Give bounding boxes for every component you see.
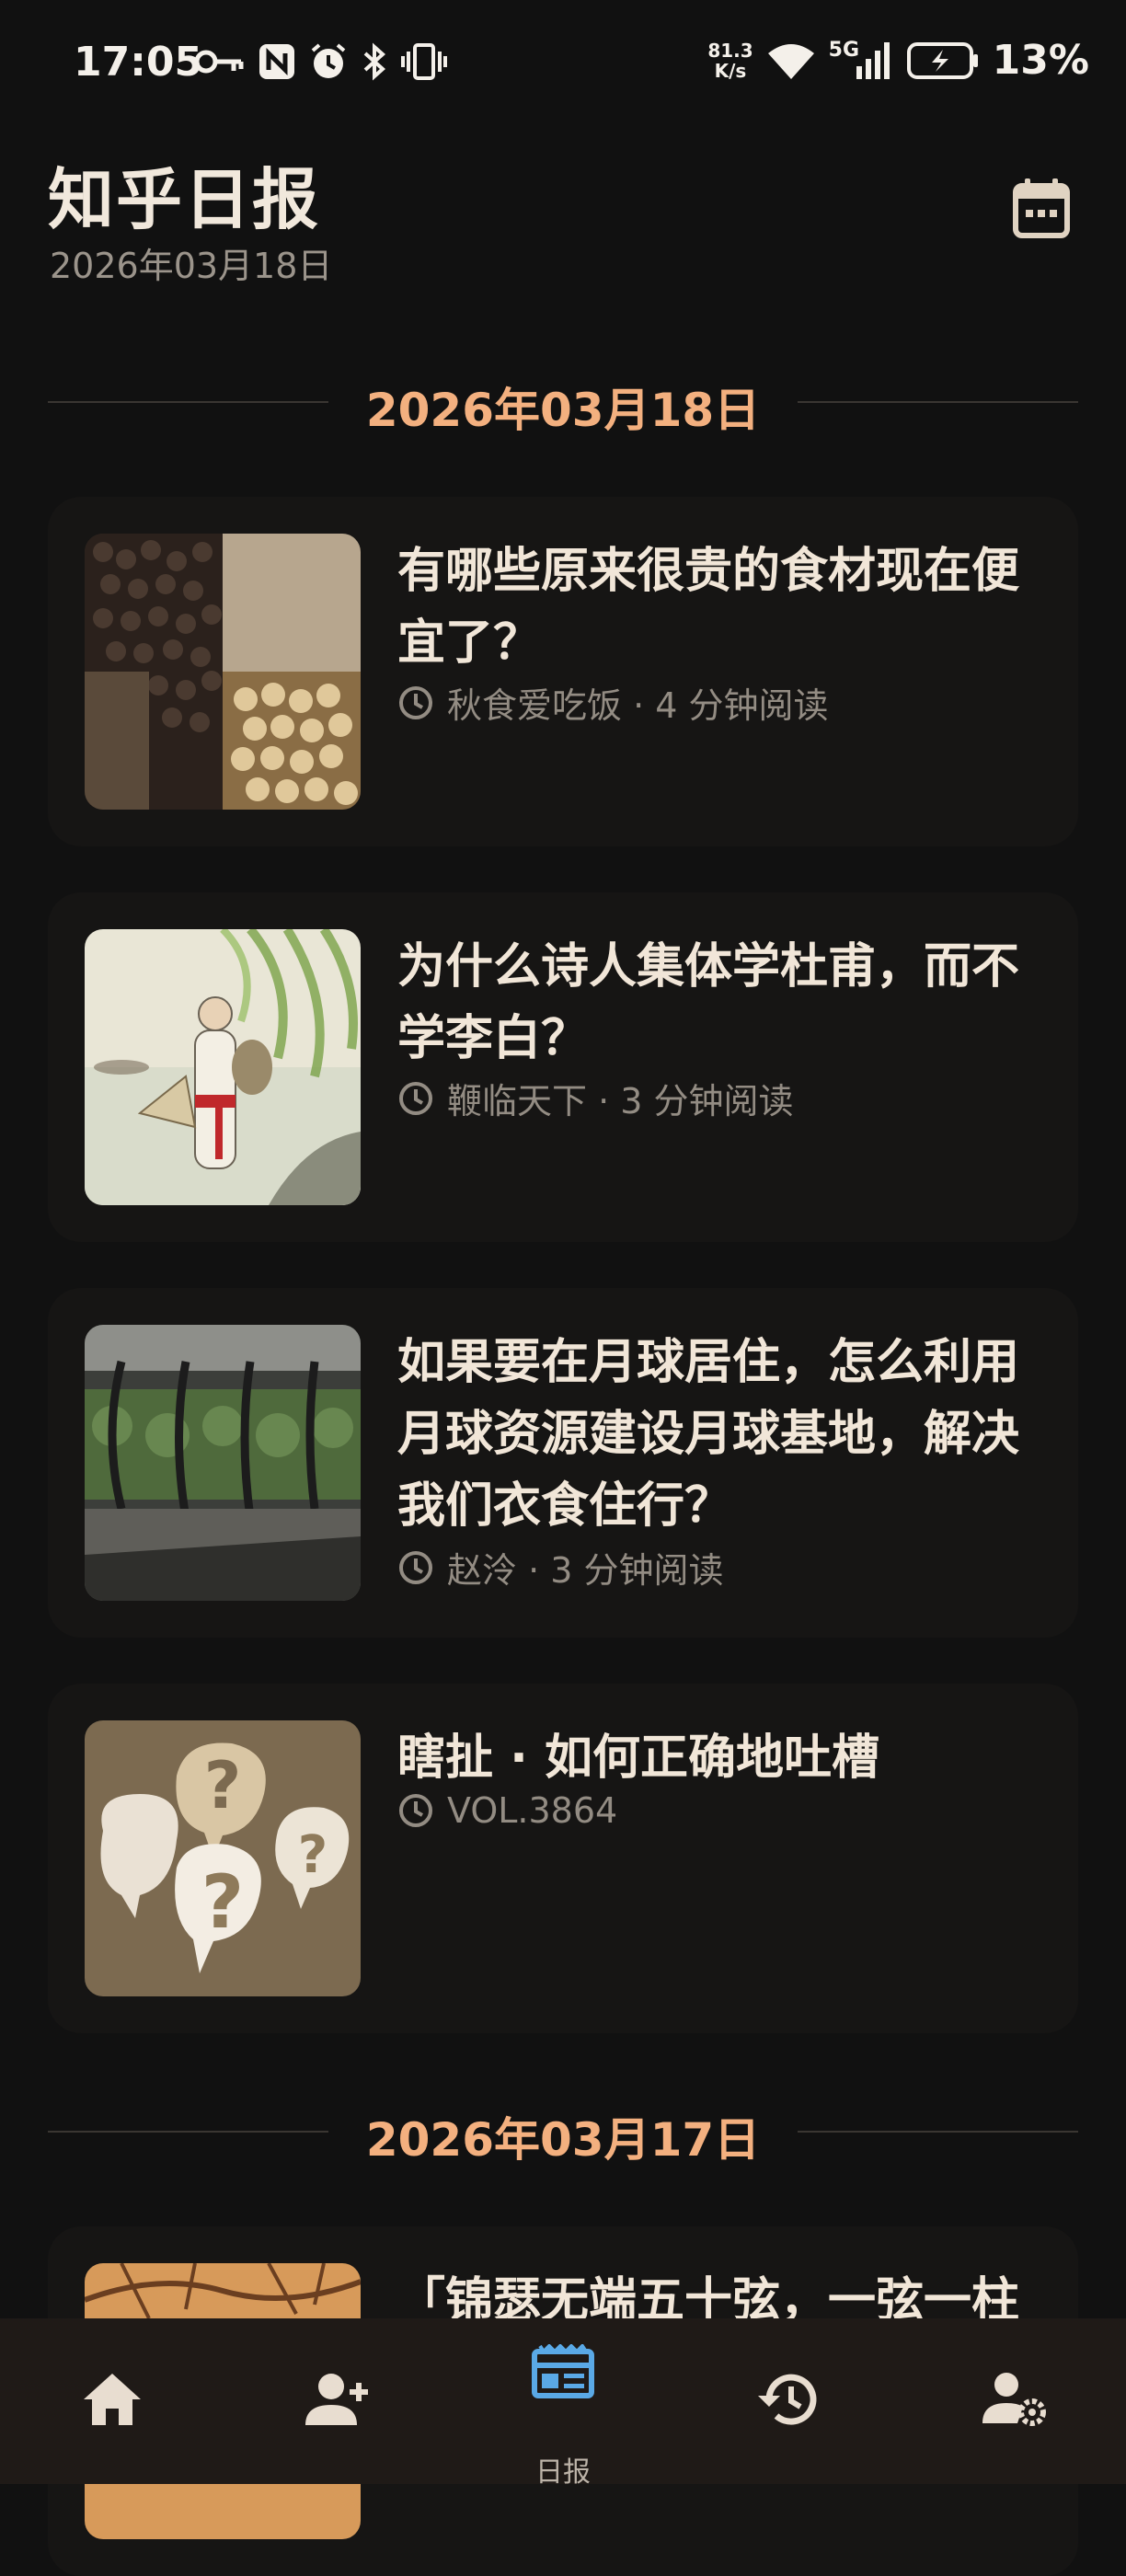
nfc-icon [259,44,294,79]
story-meta: 秋食爱吃饭 · 4 分钟阅读 [397,677,829,728]
story-thumbnail-spices [85,534,361,810]
story-card[interactable]: 如果要在月球居住，怎么利用月球资源建设月球基地，解决我们衣食住行？ 赵泠 · 3… [48,1288,1078,1638]
clock-icon [399,1550,432,1584]
battery-charging-icon [906,41,978,79]
clock-icon [399,1794,432,1827]
status-icons-left [193,42,447,81]
clock-icon [399,1081,432,1115]
clock-icon [399,685,432,719]
story-meta: 赵泠 · 3 分钟阅读 [397,1542,724,1593]
section-date: 2026年03月17日 [365,2113,761,2167]
page-subtitle-date: 2026年03月18日 [50,246,333,286]
story-meta-text: VOL.3864 [447,1790,618,1831]
nav-daily[interactable]: 日报 [451,2318,675,2489]
section-date: 2026年03月18日 [365,384,761,437]
user-settings-icon [982,2373,1046,2426]
vibrate-icon [401,43,447,80]
history-icon [758,2374,817,2425]
network-speed-unit: K/s [714,59,747,82]
page-title: 知乎日报 [48,161,321,238]
battery-percent: 13% [992,37,1089,84]
network-speed-value: 81.3 [707,39,753,62]
story-thumbnail-poet [85,929,361,1205]
nav-history[interactable] [677,2318,902,2484]
status-bar: 17:05 81.3 K/s 5G 13% [0,0,1126,129]
home-icon [84,2374,141,2425]
nav-home[interactable] [0,2318,224,2484]
story-thumbnail-question-marks: ? ? ? [85,1720,361,1996]
nav-user-settings[interactable] [902,2318,1126,2484]
add-user-icon [305,2374,368,2425]
story-title: 瞎扯 · 如何正确地吐槽 [397,1731,879,1786]
wifi-icon [767,43,814,79]
story-title: 为什么诗人集体学杜甫，而不学李白？ [397,939,1020,1066]
bottom-navigation: 日报 [0,2318,1126,2489]
network-speed: 81.3 K/s [707,40,753,81]
story-thumbnail-greenhouse [85,1325,361,1601]
calendar-button[interactable] [1012,177,1071,239]
alarm-icon [311,43,346,78]
story-title: 有哪些原来很贵的食材现在便宜了？ [397,544,1020,671]
signal-icon: 5G [829,39,893,81]
key-icon [194,50,244,74]
story-meta-text: 赵泠 · 3 分钟阅读 [447,1550,724,1591]
story-meta: 鞭临天下 · 3 分钟阅读 [397,1073,794,1123]
svg-text:?: ? [201,1859,244,1945]
nav-daily-label: 日报 [535,2456,591,2489]
daily-news-icon [532,2344,594,2398]
story-card[interactable]: ? ? ? 瞎扯 · 如何正确地吐槽 VOL.3864 [48,1684,1078,2033]
calendar-icon [1013,178,1070,238]
status-time: 17:05 [74,39,203,86]
story-meta: VOL.3864 [397,1790,617,1831]
svg-text:?: ? [204,1748,242,1823]
story-card[interactable]: 为什么诗人集体学杜甫，而不学李白？ 鞭临天下 · 3 分钟阅读 [48,892,1078,1242]
date-separator: 2026年03月18日 [48,364,1078,438]
status-icons-right: 81.3 K/s 5G 13% [707,37,1089,84]
nav-add-user[interactable] [224,2318,449,2484]
bluetooth-icon [363,42,386,81]
story-meta-text: 秋食爱吃饭 · 4 分钟阅读 [447,685,829,726]
story-title: 如果要在月球居住，怎么利用月球资源建设月球基地，解决我们衣食住行？ [397,1335,1020,1534]
story-meta-text: 鞭临天下 · 3 分钟阅读 [447,1081,794,1121]
svg-text:?: ? [298,1825,327,1885]
date-separator: 2026年03月17日 [48,2094,1078,2168]
story-card[interactable]: 有哪些原来很贵的食材现在便宜了？ 秋食爱吃饭 · 4 分钟阅读 [48,497,1078,846]
